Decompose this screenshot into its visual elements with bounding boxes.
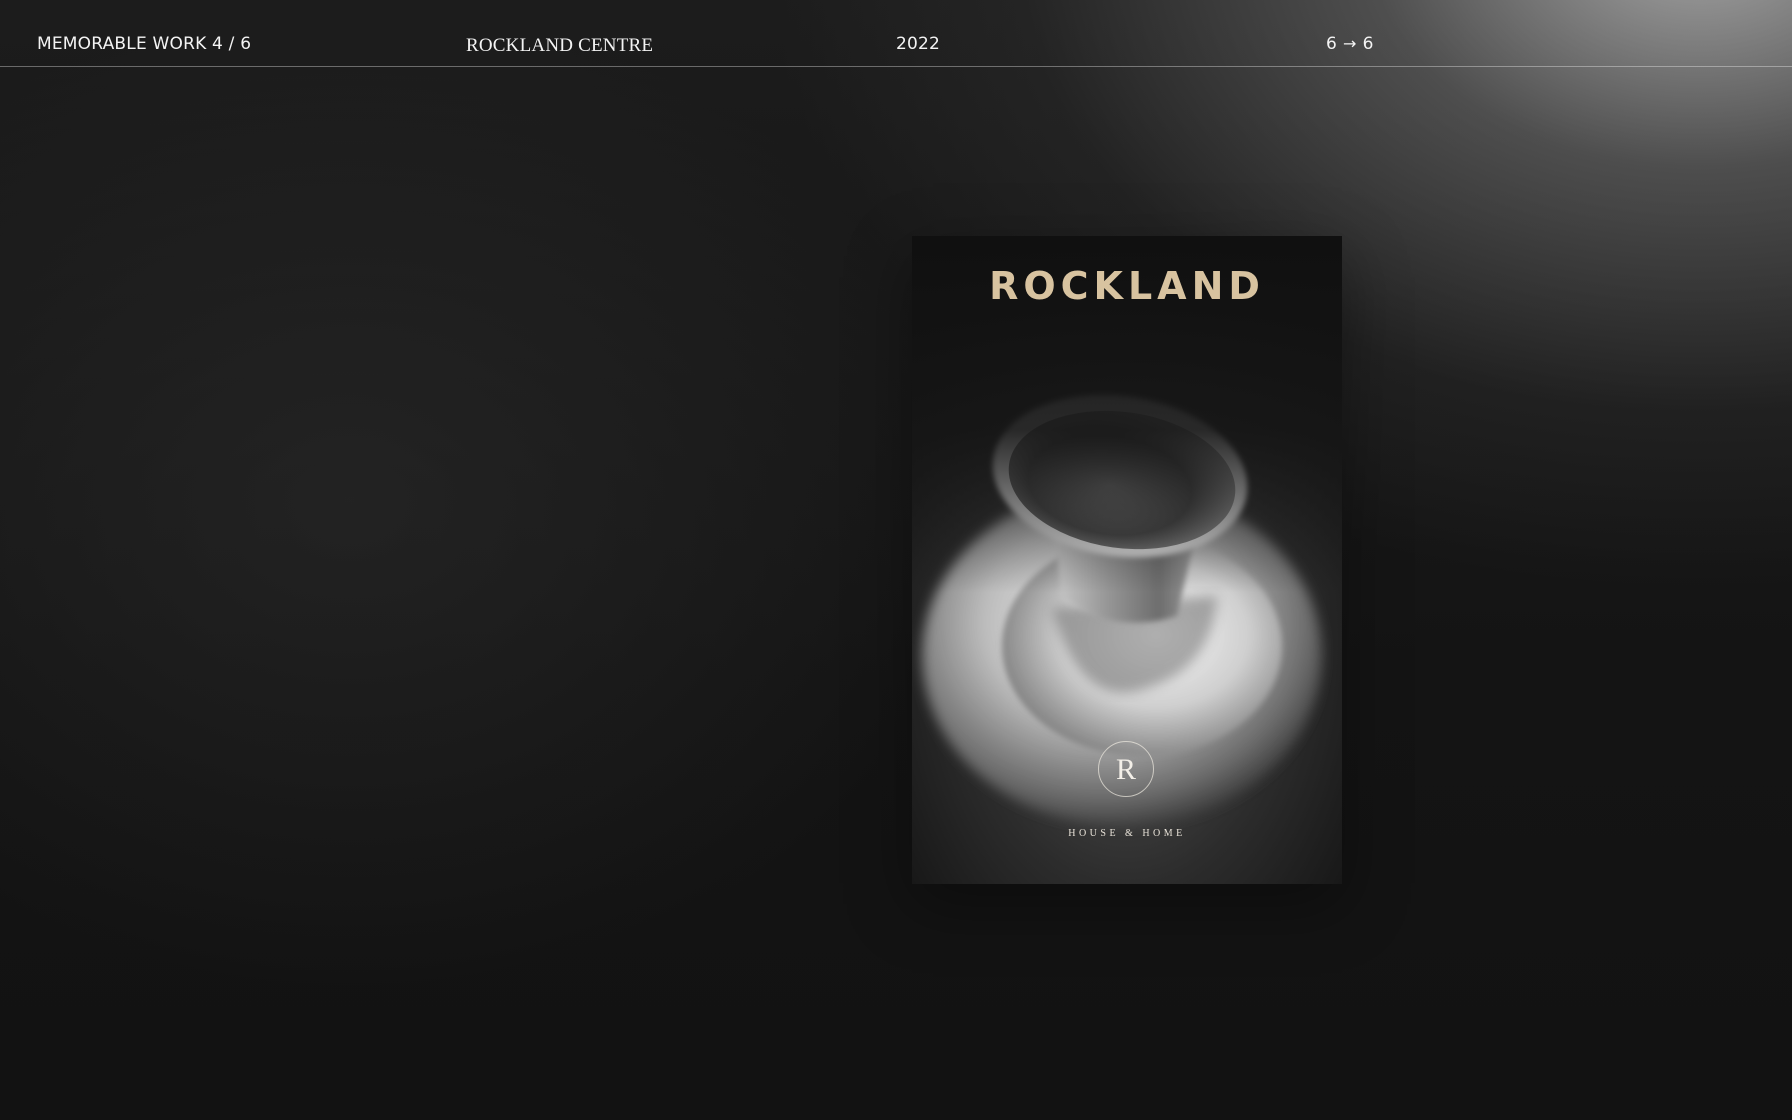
project-poster-image[interactable]: ROCKLAND R HOUSE & HOME: [912, 236, 1342, 884]
poster-tagline: HOUSE & HOME: [1068, 828, 1186, 839]
poster-title: ROCKLAND: [989, 264, 1265, 308]
arrow-right-icon: →: [1343, 34, 1357, 53]
work-counter: MEMORABLE WORK 4 / 6: [37, 34, 252, 54]
top-bar: MEMORABLE WORK 4 / 6 ROCKLAND CENTRE 202…: [0, 0, 1792, 67]
pager-total: 6: [1362, 34, 1374, 54]
pager-current: 6: [1326, 34, 1338, 54]
monogram-logo: R: [1098, 741, 1154, 797]
background-gradient: [0, 0, 1792, 1120]
project-name: ROCKLAND CENTRE: [466, 35, 654, 56]
pager-next[interactable]: 6 → 6: [1326, 34, 1374, 54]
monogram-letter: R: [1115, 753, 1136, 786]
project-year: 2022: [896, 34, 941, 54]
